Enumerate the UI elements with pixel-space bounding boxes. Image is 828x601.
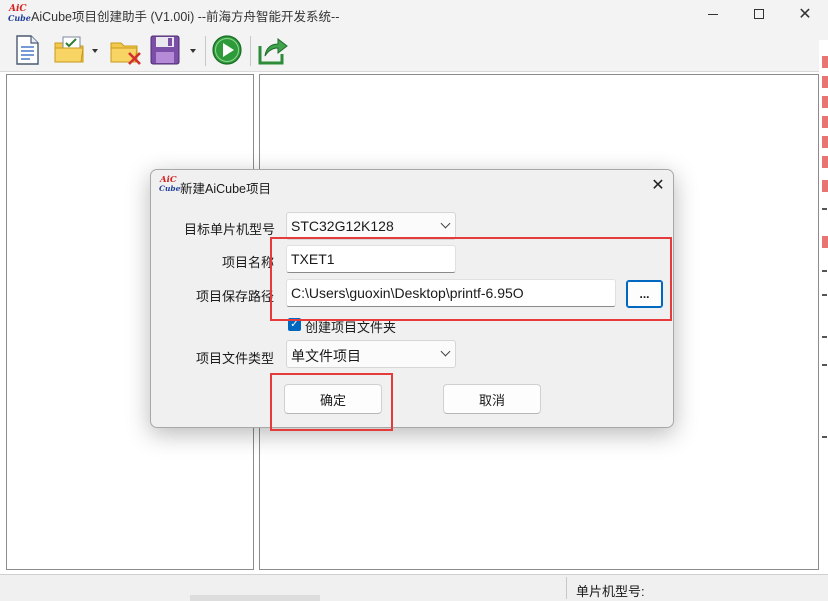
background-window-peek: [190, 595, 320, 601]
mcu-select-value: STC32G12K128: [291, 218, 394, 234]
file-type-label: 项目文件类型: [196, 351, 275, 366]
minimize-button[interactable]: [690, 0, 736, 28]
dialog-title-bar: AiC Cube 新建AiCube项目 ✕: [151, 170, 673, 200]
chevron-down-icon: [440, 218, 451, 229]
delete-project-icon[interactable]: [109, 34, 143, 66]
open-project-icon[interactable]: [53, 34, 89, 66]
status-bar: 单片机型号:: [0, 574, 828, 601]
checkmark-icon: ✓: [290, 318, 299, 330]
background-window-edge: [819, 40, 828, 580]
chevron-down-icon: [440, 346, 451, 357]
export-icon[interactable]: [257, 34, 291, 66]
mcu-model-status: 单片机型号:: [576, 584, 645, 599]
app-logo: AiC Cube: [8, 4, 31, 23]
annotation-box-ok: [270, 373, 393, 431]
run-icon[interactable]: [211, 34, 245, 66]
toolbar-separator: [205, 36, 206, 66]
mcu-label: 目标单片机型号: [184, 222, 276, 237]
dialog-title: 新建AiCube项目: [180, 182, 271, 196]
save-path-label: 项目保存路径: [196, 289, 275, 304]
mcu-select[interactable]: STC32G12K128: [286, 212, 456, 240]
toolbar: [0, 28, 828, 72]
close-icon: ✕: [798, 6, 812, 23]
maximize-button[interactable]: [736, 0, 782, 28]
save-dropdown-arrow-icon[interactable]: [190, 49, 196, 53]
file-type-select-value: 单文件项目: [291, 348, 361, 364]
title-bar: AiC Cube AiCube项目创建助手 (V1.00i) --前海方舟智能开…: [0, 0, 828, 28]
status-divider: [566, 577, 567, 599]
dialog-close-button[interactable]: ✕: [647, 176, 669, 194]
window-title: AiCube项目创建助手 (V1.00i) --前海方舟智能开发系统--: [31, 10, 340, 24]
cancel-button[interactable]: 取消: [443, 384, 541, 414]
save-icon[interactable]: [149, 34, 183, 66]
project-name-label: 项目名称: [222, 255, 275, 270]
toolbar-separator: [250, 36, 251, 66]
maximize-icon: [754, 9, 764, 19]
open-dropdown-arrow-icon[interactable]: [92, 49, 98, 53]
close-icon: ✕: [651, 177, 665, 194]
new-file-icon[interactable]: [12, 34, 42, 66]
dialog-logo: AiC Cube: [159, 175, 181, 193]
close-window-button[interactable]: ✕: [782, 0, 828, 28]
annotation-box-fields: [270, 237, 672, 321]
file-type-select[interactable]: 单文件项目: [286, 340, 456, 368]
minimize-icon: [708, 13, 718, 15]
